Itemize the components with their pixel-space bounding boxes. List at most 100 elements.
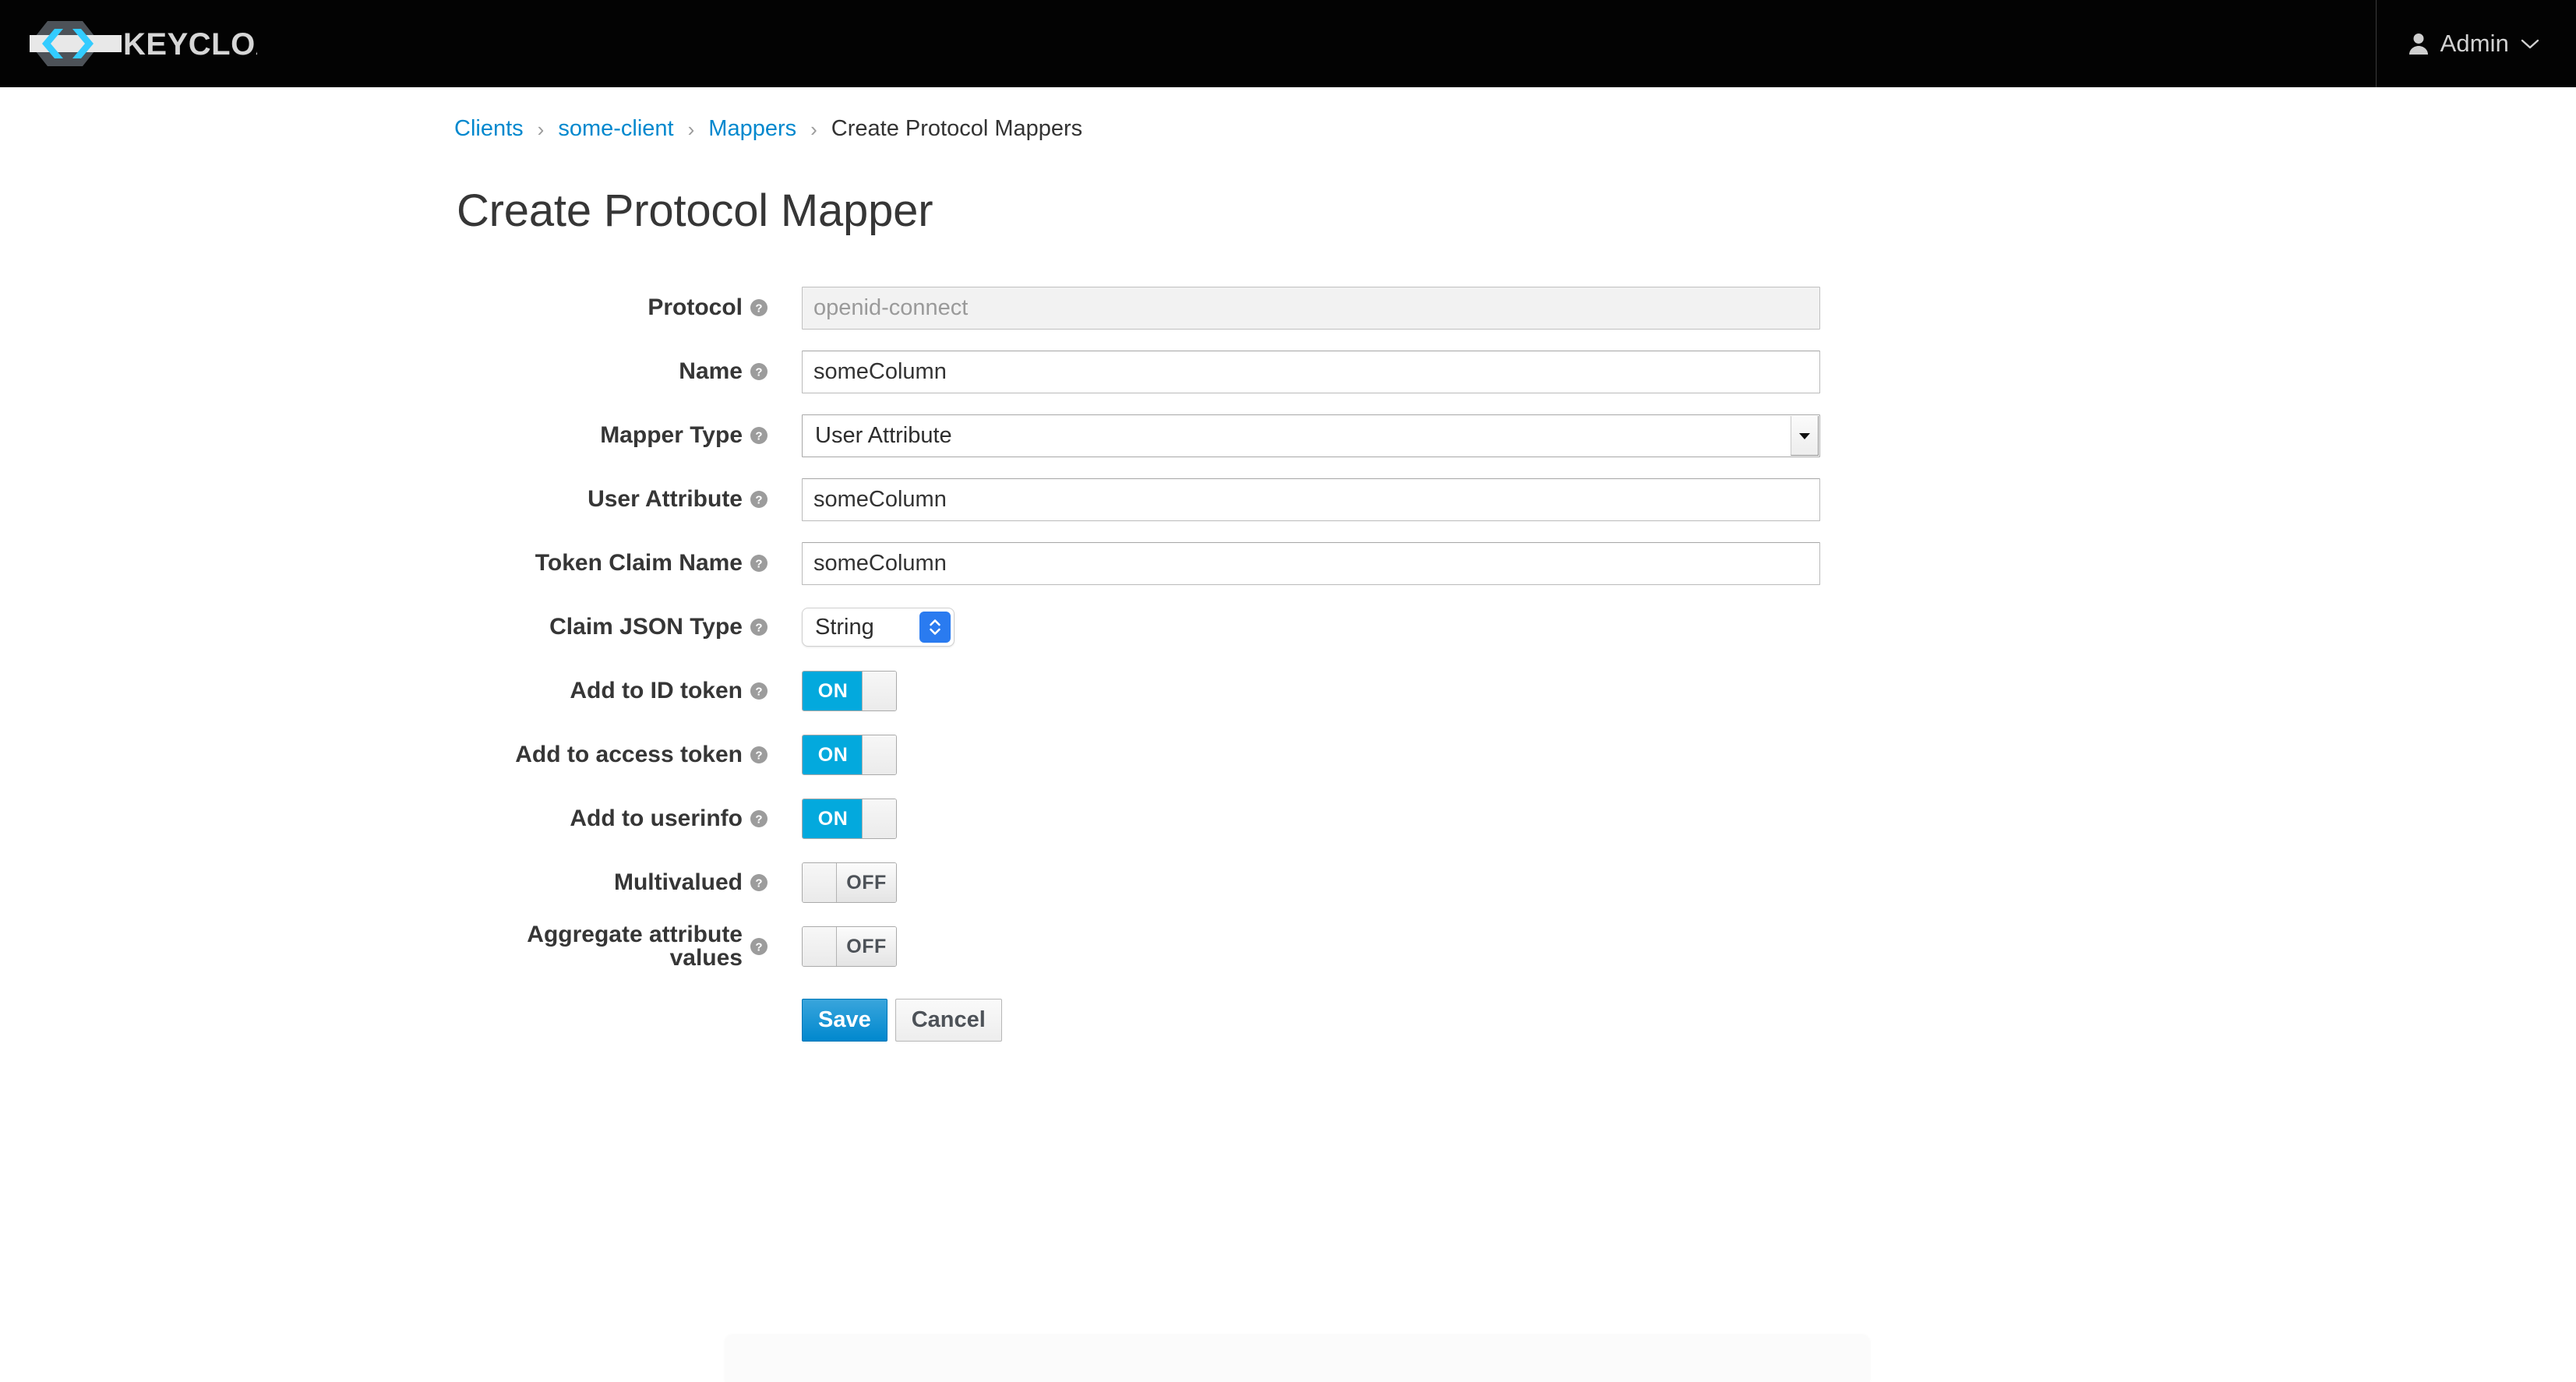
mapper-type-select-value[interactable]: User Attribute [802,414,1820,457]
control-wrap-name [802,351,1820,393]
label-protocol-text: Protocol [648,296,743,319]
label-name: Name ? [454,360,768,383]
breadcrumb-item-mappers[interactable]: Mappers [708,116,796,142]
form-row-name: Name ? [454,340,2576,404]
svg-text:?: ? [755,941,762,954]
brand-home-link[interactable]: KEYCLOAK [23,0,257,87]
form-row-add-to-userinfo: Add to userinfo ? ON [454,787,2576,851]
svg-text:?: ? [755,366,762,379]
aggregate-attribute-values-toggle[interactable]: OFF [802,926,897,967]
label-mapper-type-text: Mapper Type [600,424,743,447]
control-wrap-protocol [802,287,1820,330]
cancel-button[interactable]: Cancel [895,999,1002,1042]
label-user-attribute-text: User Attribute [588,488,743,511]
svg-text:?: ? [755,558,762,571]
triangle-down-icon [1798,431,1812,440]
toggle-off-label: OFF [837,863,896,902]
control-wrap-add-to-userinfo: ON [802,799,897,839]
label-add-to-access-token-text: Add to access token [515,743,743,767]
label-claim-json-type-text: Claim JSON Type [549,615,743,639]
help-circle-icon[interactable]: ? [750,873,768,892]
label-add-to-userinfo: Add to userinfo ? [454,807,768,830]
user-avatar-icon [2408,32,2430,55]
control-wrap-mapper-type: User Attribute [802,414,1820,457]
svg-text:?: ? [755,686,762,699]
label-add-to-id-token-text: Add to ID token [570,679,743,703]
admin-menu-label: Admin [2440,30,2509,58]
label-user-attribute: User Attribute ? [454,488,768,511]
form-row-multivalued: Multivalued ? OFF [454,851,2576,915]
toggle-off-label: OFF [837,927,896,966]
form-row-protocol: Protocol ? [454,276,2576,340]
form-row-mapper-type: Mapper Type ? User Attribute [454,404,2576,467]
breadcrumb-separator: › [674,119,709,139]
label-multivalued-text: Multivalued [614,871,743,894]
svg-text:?: ? [755,430,762,443]
label-aggregate-attribute-values-text: Aggregate attribute values [454,923,743,970]
help-circle-icon[interactable]: ? [750,937,768,956]
help-circle-icon[interactable]: ? [750,746,768,764]
label-protocol: Protocol ? [454,296,768,319]
form-row-add-to-access-token: Add to access token ? ON [454,723,2576,787]
mapper-type-dropdown-button[interactable] [1791,416,1819,456]
breadcrumb-separator: › [524,119,559,139]
svg-text:?: ? [755,622,762,635]
claim-json-type-dropdown-button[interactable] [919,612,951,643]
help-circle-icon[interactable]: ? [750,362,768,381]
save-button[interactable]: Save [802,999,887,1042]
page-content: Clients › some-client › Mappers › Create… [0,87,2576,1042]
page-title: Create Protocol Mapper [457,185,2576,237]
control-wrap-claim-json-type: String [802,608,955,647]
top-navbar: KEYCLOAK Admin [0,0,2576,87]
toggle-knob [862,799,896,838]
control-wrap-add-to-access-token: ON [802,735,897,775]
help-circle-icon[interactable]: ? [750,554,768,573]
help-circle-icon[interactable]: ? [750,682,768,700]
user-attribute-input[interactable] [802,478,1820,521]
help-circle-icon[interactable]: ? [750,809,768,828]
help-circle-icon[interactable]: ? [750,490,768,509]
add-to-userinfo-toggle[interactable]: ON [802,799,897,839]
claim-json-type-select[interactable]: String [802,608,955,647]
form-row-token-claim-name: Token Claim Name ? [454,531,2576,595]
toggle-knob [803,863,837,902]
claim-json-type-select-value: String [815,615,874,640]
admin-account-menu[interactable]: Admin [2377,0,2576,87]
help-circle-icon[interactable]: ? [750,618,768,636]
breadcrumb-item-clients[interactable]: Clients [454,116,524,142]
label-mapper-type: Mapper Type ? [454,424,768,447]
toggle-on-label: ON [803,735,863,774]
add-to-id-token-toggle[interactable]: ON [802,671,897,711]
navbar-right-section: Admin [2376,0,2576,87]
protocol-input [802,287,1820,330]
svg-text:KEYCLOAK: KEYCLOAK [123,27,257,62]
label-claim-json-type: Claim JSON Type ? [454,615,768,639]
form-row-add-to-id-token: Add to ID token ? ON [454,659,2576,723]
form-row-user-attribute: User Attribute ? [454,467,2576,531]
toggle-knob [862,735,896,774]
token-claim-name-input[interactable] [802,542,1820,585]
help-circle-icon[interactable]: ? [750,298,768,317]
breadcrumb: Clients › some-client › Mappers › Create… [454,87,2576,142]
control-wrap-token-claim-name [802,542,1820,585]
multivalued-toggle[interactable]: OFF [802,862,897,903]
breadcrumb-item-current: Create Protocol Mappers [831,116,1082,142]
label-add-to-access-token: Add to access token ? [454,743,768,767]
label-token-claim-name-text: Token Claim Name [535,552,743,575]
toggle-knob [862,672,896,710]
add-to-access-token-toggle[interactable]: ON [802,735,897,775]
svg-text:?: ? [755,813,762,827]
svg-text:?: ? [755,302,762,316]
keycloak-hexagon-logo: KEYCLOAK [23,19,257,68]
label-aggregate-attribute-values: Aggregate attribute values ? [454,923,768,970]
breadcrumb-item-some-client[interactable]: some-client [558,116,673,142]
chevron-down-icon [2520,37,2540,50]
mapper-type-select[interactable]: User Attribute [802,414,1820,457]
control-wrap-user-attribute [802,478,1820,521]
svg-text:?: ? [755,494,762,507]
create-protocol-mapper-form: Protocol ? Name ? [454,276,2576,1042]
help-circle-icon[interactable]: ? [750,426,768,445]
label-token-claim-name: Token Claim Name ? [454,552,768,575]
name-input[interactable] [802,351,1820,393]
toggle-knob [803,927,837,966]
